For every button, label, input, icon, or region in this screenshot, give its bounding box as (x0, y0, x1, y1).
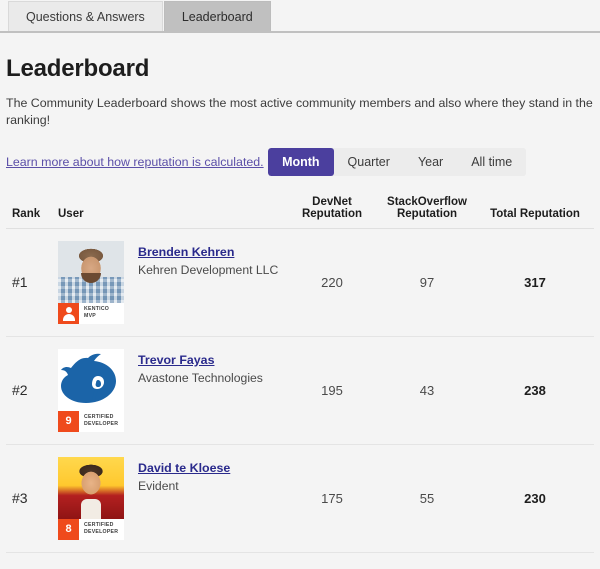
table-row: #2 9 CERTIFIED DEVELOPER Trevor Fayas Av… (6, 336, 594, 445)
avatar: 8 Certified Developer (58, 456, 124, 540)
filter-quarter[interactable]: Quarter (333, 147, 404, 176)
tab-leaderboard[interactable]: Leaderboard (163, 1, 271, 31)
stackoverflow-reputation-value: 97 (378, 228, 476, 337)
avatar-photo-icon (58, 456, 124, 519)
column-header-user: User (58, 195, 286, 229)
table-body: #1 Kentico MVP (6, 228, 594, 553)
user-cell: 9 Certified Developer Trevor Fayas Avast… (58, 336, 286, 445)
sonic-silhouette-icon (61, 353, 116, 403)
table-header: Rank User DevNet Reputation StackOverflo… (6, 195, 594, 229)
table-row: #1 Kentico MVP (6, 228, 594, 337)
devnet-reputation-value: 175 (286, 444, 378, 553)
user-cell: Kentico MVP Brenden Kehren Kehren Develo… (58, 228, 286, 337)
filter-year[interactable]: Year (403, 147, 458, 176)
rank-value: #2 (6, 336, 58, 445)
stackoverflow-header-line2: Reputation (396, 207, 458, 220)
total-reputation-value: 317 (476, 228, 594, 337)
page-content: Leaderboard The Community Leaderboard sh… (0, 55, 600, 553)
tab-questions-answers[interactable]: Questions & Answers (8, 1, 163, 31)
page-title: Leaderboard (6, 55, 150, 82)
column-header-total-reputation: Total Reputation (476, 195, 594, 229)
stackoverflow-reputation-value: 43 (378, 336, 476, 445)
table-header-row: Rank User DevNet Reputation StackOverflo… (6, 195, 594, 229)
badge-label: Kentico MVP (79, 306, 109, 320)
avatar: 9 Certified Developer (58, 348, 124, 432)
avatar-photo-icon (58, 348, 124, 411)
leaderboard-table: Rank User DevNet Reputation StackOverflo… (6, 195, 594, 553)
stackoverflow-reputation-value: 55 (378, 444, 476, 553)
rank-value: #3 (6, 444, 58, 553)
badge-label-line2: MVP (84, 313, 96, 320)
page-description: The Community Leaderboard shows the most… (6, 96, 593, 128)
total-reputation-value: 238 (476, 336, 594, 445)
badge-label: Certified Developer (79, 522, 118, 536)
column-header-stackoverflow-reputation: StackOverflow Reputation (378, 195, 476, 229)
devnet-reputation-value: 195 (286, 336, 378, 445)
user-name-link[interactable]: Trevor Fayas (138, 353, 214, 367)
badge-label: Certified Developer (79, 414, 118, 428)
badge-label-line1: Certified (84, 522, 114, 529)
user-company: Evident (138, 478, 179, 493)
badge: 8 Certified Developer (58, 518, 124, 540)
devnet-header-line1: DevNet (312, 195, 352, 208)
filter-all-time[interactable]: All time (457, 147, 527, 176)
column-header-devnet-reputation: DevNet Reputation (286, 195, 378, 229)
table-row: #3 8 Certified Developer (6, 444, 594, 553)
user-cell: 8 Certified Developer David te Kloese Ev… (58, 444, 286, 553)
avatar: Kentico MVP (58, 240, 124, 324)
devnet-reputation-value: 220 (286, 228, 378, 337)
user-company: Avastone Technologies (138, 370, 263, 385)
user-company: Kehren Development LLC (138, 262, 279, 277)
devnet-header-line2: Reputation (301, 207, 363, 220)
column-header-rank: Rank (6, 195, 58, 229)
badge-label-line1: Certified (84, 414, 114, 421)
rank-value: #1 (6, 228, 58, 337)
total-reputation-value: 230 (476, 444, 594, 553)
avatar-photo-icon (58, 240, 124, 303)
tab-bar: Questions & Answers Leaderboard (0, 0, 600, 33)
user-name-link[interactable]: Brenden Kehren (138, 245, 234, 259)
learn-more-link[interactable]: Learn more about how reputation is calcu… (6, 155, 264, 169)
badge-number: 8 (58, 518, 79, 540)
badge-label-line1: Kentico (84, 306, 110, 313)
user-name-link[interactable]: David te Kloese (138, 461, 230, 475)
badge-number: 9 (58, 410, 79, 432)
stackoverflow-header-line1: StackOverflow (387, 195, 467, 208)
badge: Kentico MVP (58, 302, 124, 324)
filter-month[interactable]: Month (268, 147, 334, 176)
badge: 9 Certified Developer (58, 410, 124, 432)
time-range-filter-group: Month Quarter Year All time (268, 147, 527, 176)
badge-label-line2: Developer (84, 529, 119, 536)
badge-label-line2: Developer (84, 421, 119, 428)
person-icon (58, 302, 79, 324)
